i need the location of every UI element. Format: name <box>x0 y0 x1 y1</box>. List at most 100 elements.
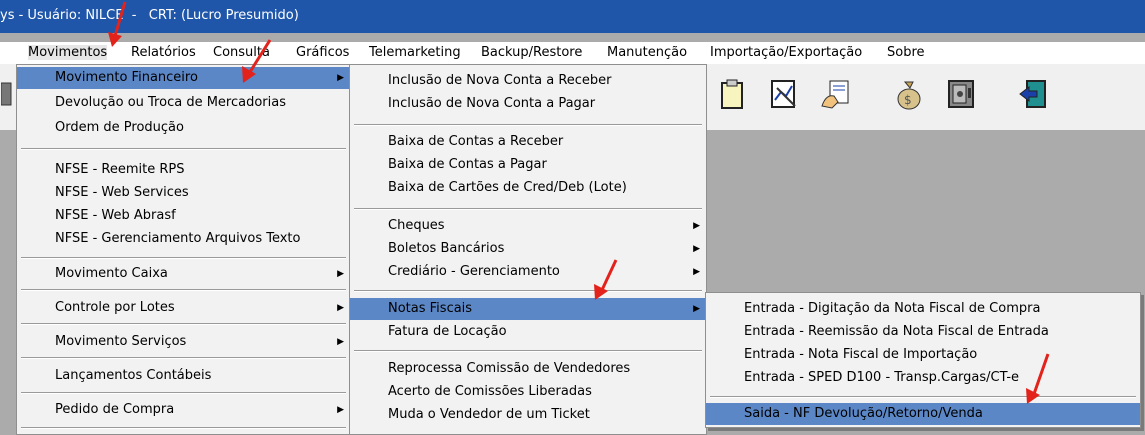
menu-item-entrada-digitacao[interactable]: Entrada - Digitação da Nota Fiscal de Co… <box>706 298 1140 320</box>
menu-separator <box>354 124 702 126</box>
submenu-arrow-icon: ▶ <box>693 244 700 254</box>
menu-item-label: Controle por Lotes <box>55 300 175 315</box>
menu-item-lancamentos-contabeis[interactable]: Lançamentos Contábeis <box>17 365 350 387</box>
menu-item-label: Entrada - SPED D100 - Transp.Cargas/CT-e <box>744 370 1020 385</box>
menu-item-saida-nf-devolucao[interactable]: Saida - NF Devolução/Retorno/Venda <box>706 403 1140 425</box>
exit-door-icon[interactable] <box>1017 78 1049 110</box>
window-titlebar: ys - Usuário: NILCE - CRT: (Lucro Presum… <box>0 0 1145 33</box>
menu-manutencao[interactable]: Manutenção <box>607 45 687 60</box>
menu-item-nfse-web-services[interactable]: NFSE - Web Services <box>17 182 350 204</box>
menu-item-label: NFSE - Web Abrasf <box>55 208 176 223</box>
menu-item-controle-lotes[interactable]: Controle por Lotes ▶ <box>17 297 350 319</box>
menu-item-label: Crediário - Gerenciamento <box>388 264 560 279</box>
menu-item-label: Movimento Caixa <box>55 266 168 281</box>
menu-item-devolucao-troca[interactable]: Devolução ou Troca de Mercadorias <box>17 92 350 114</box>
menu-financeiro-dropdown: Inclusão de Nova Conta a Receber Inclusã… <box>349 64 707 435</box>
clipboard-icon[interactable] <box>716 78 748 110</box>
money-bag-icon[interactable]: $ <box>893 78 925 110</box>
menu-item-baixa-pagar[interactable]: Baixa de Contas a Pagar <box>350 154 706 176</box>
menu-item-baixa-receber[interactable]: Baixa de Contas a Receber <box>350 131 706 153</box>
hand-document-icon[interactable] <box>820 78 852 110</box>
submenu-arrow-icon: ▶ <box>693 267 700 277</box>
menu-item-inclusao-pagar[interactable]: Inclusão de Nova Conta a Pagar <box>350 93 706 115</box>
annotation-arrow-icon <box>594 259 618 300</box>
svg-text:$: $ <box>904 93 912 107</box>
menu-item-muda-vendedor[interactable]: Muda o Vendedor de um Ticket <box>350 404 706 426</box>
menu-item-label: Movimento Serviços <box>55 334 187 349</box>
menu-item-label: Saida - NF Devolução/Retorno/Venda <box>744 406 983 421</box>
menu-item-entrada-sped[interactable]: Entrada - SPED D100 - Transp.Cargas/CT-e <box>706 367 1140 389</box>
menu-item-reprocessa-comissao[interactable]: Reprocessa Comissão de Vendedores <box>350 358 706 380</box>
menu-item-label: Pedido de Compra <box>55 402 175 417</box>
menu-item-ordem-producao[interactable]: Ordem de Produção <box>17 117 350 139</box>
menu-item-label: Lançamentos Contábeis <box>55 368 212 383</box>
menu-item-cheques[interactable]: Cheques ▶ <box>350 215 706 237</box>
menu-telemarketing[interactable]: Telemarketing <box>369 45 461 60</box>
menu-item-nfse-gerenciamento[interactable]: NFSE - Gerenciamento Arquivos Texto <box>17 228 350 250</box>
menu-item-label: Baixa de Cartões de Cred/Deb (Lote) <box>388 180 627 195</box>
menu-item-label: NFSE - Web Services <box>55 185 189 200</box>
menu-item-baixa-cartoes[interactable]: Baixa de Cartões de Cred/Deb (Lote) <box>350 177 706 199</box>
menu-item-fatura-locacao[interactable]: Fatura de Locação <box>350 321 706 343</box>
menu-item-boletos[interactable]: Boletos Bancários ▶ <box>350 238 706 260</box>
menu-separator <box>21 148 346 150</box>
menu-item-label: NFSE - Reemite RPS <box>55 162 185 177</box>
submenu-arrow-icon: ▶ <box>337 337 344 347</box>
submenu-arrow-icon: ▶ <box>337 73 344 83</box>
menu-item-nfse-web-abrasf[interactable]: NFSE - Web Abrasf <box>17 205 350 227</box>
annotation-arrow-icon <box>108 1 127 47</box>
menu-item-label: Movimento Financeiro <box>55 70 198 85</box>
menu-item-acerto-comissoes[interactable]: Acerto de Comissões Liberadas <box>350 381 706 403</box>
menu-item-movimento-servicos[interactable]: Movimento Serviços ▶ <box>17 331 350 353</box>
menu-separator <box>21 323 346 325</box>
menu-item-crediario[interactable]: Crediário - Gerenciamento ▶ <box>350 261 706 283</box>
menu-separator <box>354 208 702 210</box>
menu-item-label: Ordem de Produção <box>55 120 184 135</box>
menu-item-label: Entrada - Nota Fiscal de Importação <box>744 347 978 362</box>
menu-item-label: Entrada - Reemissão da Nota Fiscal de En… <box>744 324 1049 339</box>
menu-item-entrada-importacao[interactable]: Entrada - Nota Fiscal de Importação <box>706 344 1140 366</box>
menu-item-label: Boletos Bancários <box>388 241 505 256</box>
submenu-arrow-icon: ▶ <box>337 405 344 415</box>
menu-backup-restore[interactable]: Backup/Restore <box>481 45 582 60</box>
submenu-arrow-icon: ▶ <box>693 221 700 231</box>
menu-separator <box>21 427 346 429</box>
menu-item-inclusao-receber[interactable]: Inclusão de Nova Conta a Receber <box>350 70 706 92</box>
menu-graficos[interactable]: Gráficos <box>296 45 349 60</box>
menu-item-movimento-caixa[interactable]: Movimento Caixa ▶ <box>17 263 350 285</box>
menu-item-label: Baixa de Contas a Receber <box>388 134 564 149</box>
menu-item-label: NFSE - Gerenciamento Arquivos Texto <box>55 231 301 246</box>
menu-sobre[interactable]: Sobre <box>887 45 925 60</box>
submenu-arrow-icon: ▶ <box>337 303 344 313</box>
menu-item-notas-fiscais[interactable]: Notas Fiscais ▶ <box>350 298 706 320</box>
menu-notas-fiscais-dropdown: Entrada - Digitação da Nota Fiscal de Co… <box>705 292 1141 428</box>
menu-item-label: Reprocessa Comissão de Vendedores <box>388 361 631 376</box>
toolbar-partial-icon[interactable] <box>0 78 14 110</box>
menu-item-entrada-reemissao[interactable]: Entrada - Reemissão da Nota Fiscal de En… <box>706 321 1140 343</box>
menu-importacao-exportacao[interactable]: Importação/Exportação <box>710 45 862 60</box>
menu-separator <box>21 357 346 359</box>
annotation-arrow-icon <box>1026 353 1050 404</box>
menu-item-nfse-reemite-rps[interactable]: NFSE - Reemite RPS <box>17 159 350 181</box>
menu-item-label: Devolução ou Troca de Mercadorias <box>55 95 286 110</box>
menu-separator <box>710 396 1136 398</box>
menu-item-label: Entrada - Digitação da Nota Fiscal de Co… <box>744 301 1041 316</box>
menu-separator <box>354 350 702 352</box>
chart-edit-icon[interactable] <box>768 78 800 110</box>
menu-relatorios[interactable]: Relatórios <box>131 45 196 60</box>
window-title: ys - Usuário: NILCE - CRT: (Lucro Presum… <box>0 8 299 23</box>
menu-movimentos[interactable]: Movimentos <box>28 45 108 60</box>
menu-item-label: Notas Fiscais <box>388 301 473 316</box>
menu-separator <box>21 289 346 291</box>
menu-item-label: Baixa de Contas a Pagar <box>388 157 547 172</box>
menu-item-label: Acerto de Comissões Liberadas <box>388 384 592 399</box>
menu-separator <box>21 392 346 394</box>
safe-icon[interactable] <box>945 78 977 110</box>
menu-item-pedido-compra[interactable]: Pedido de Compra ▶ <box>17 399 350 421</box>
menu-item-label: Inclusão de Nova Conta a Pagar <box>388 96 596 111</box>
annotation-arrow-icon <box>242 39 272 83</box>
menu-item-movimento-financeiro[interactable]: Movimento Financeiro ▶ <box>17 67 350 89</box>
menu-item-label: Fatura de Locação <box>388 324 507 339</box>
menu-item-label: Inclusão de Nova Conta a Receber <box>388 73 612 88</box>
menu-separator <box>21 257 346 259</box>
